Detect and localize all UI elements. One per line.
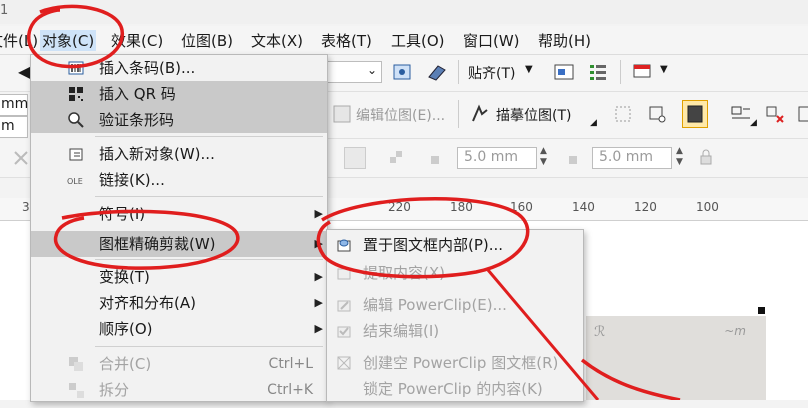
annotation-circle-object-menu — [27, 4, 124, 69]
annotation-circle-place-inside — [316, 197, 530, 279]
annotation-circle-powerclip — [53, 209, 240, 270]
annotation-curve-bottom — [580, 358, 681, 400]
annotation-arrow — [486, 269, 600, 400]
annotation-overlay — [27, 4, 681, 400]
